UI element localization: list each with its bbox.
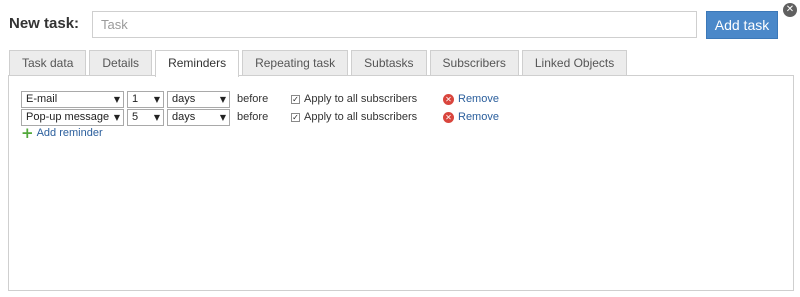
plus-icon: +	[21, 124, 34, 142]
reminder-unit-select[interactable]: days ▼	[167, 90, 230, 108]
tab-repeating-task[interactable]: Repeating task	[242, 50, 349, 76]
tab-subtasks[interactable]: Subtasks	[351, 50, 427, 76]
tab-task-data[interactable]: Task data	[9, 50, 87, 76]
reminders-panel: E-mail ▼ 1 ▼ days ▼ before ✓ Apply to all s…	[8, 75, 794, 291]
tab-bar: Task data Details Reminders Repeating ta…	[9, 50, 630, 77]
dropdown-arrow-icon: ▼	[113, 112, 120, 122]
reminder-row: Pop-up message ▼ 5 ▼ days ▼ before ✓ Apply …	[21, 108, 499, 126]
apply-all-checkbox[interactable]: ✓	[291, 94, 300, 104]
tab-details[interactable]: Details	[89, 50, 153, 76]
new-task-label: New task:	[9, 15, 80, 32]
close-dialog-icon[interactable]: ✕	[783, 3, 797, 17]
reminder-type-select[interactable]: Pop-up message ▼	[21, 108, 124, 126]
reminder-unit-select[interactable]: days ▼	[167, 108, 230, 126]
before-label: before	[237, 111, 269, 123]
dropdown-arrow-icon: ▼	[219, 94, 226, 104]
apply-all-label: Apply to all subscribers	[304, 111, 418, 123]
dropdown-arrow-icon: ▼	[153, 112, 160, 122]
reminder-amount-select[interactable]: 1 ▼	[127, 90, 164, 108]
remove-icon[interactable]: ✕	[443, 93, 454, 105]
dropdown-arrow-icon: ▼	[219, 112, 226, 122]
reminder-amount-select[interactable]: 5 ▼	[127, 108, 164, 126]
dropdown-arrow-icon: ▼	[113, 94, 120, 104]
before-label: before	[237, 93, 269, 105]
remove-reminder-link[interactable]: Remove	[458, 111, 499, 123]
reminder-type-select[interactable]: E-mail ▼	[21, 90, 124, 108]
tab-subscribers[interactable]: Subscribers	[429, 50, 519, 76]
tab-linked-objects[interactable]: Linked Objects	[521, 50, 628, 76]
reminder-row: E-mail ▼ 1 ▼ days ▼ before ✓ Apply to all s…	[21, 90, 499, 108]
add-reminder-action[interactable]: + Add reminder	[21, 124, 103, 142]
tab-reminders[interactable]: Reminders	[155, 50, 240, 77]
remove-icon[interactable]: ✕	[443, 111, 454, 123]
apply-all-label: Apply to all subscribers	[304, 93, 418, 105]
remove-reminder-link[interactable]: Remove	[458, 93, 499, 105]
add-reminder-link[interactable]: Add reminder	[37, 127, 103, 139]
apply-all-checkbox[interactable]: ✓	[291, 112, 300, 122]
add-task-button[interactable]: Add task	[706, 11, 778, 39]
dropdown-arrow-icon: ▼	[153, 94, 160, 104]
task-title-input[interactable]	[92, 11, 697, 38]
